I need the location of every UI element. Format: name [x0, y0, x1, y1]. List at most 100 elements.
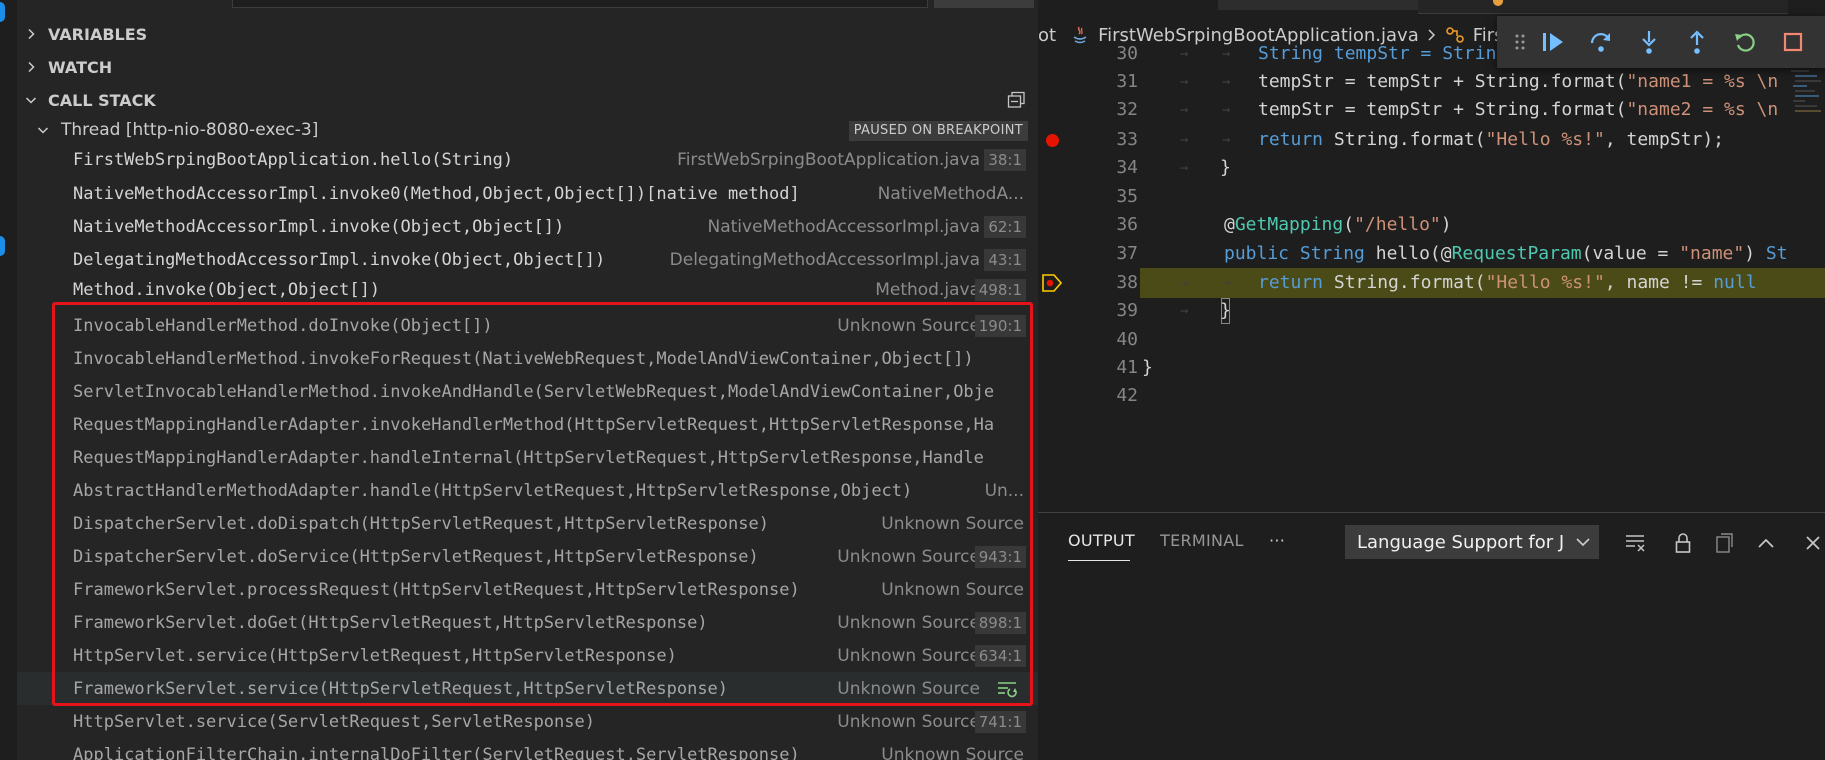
output-panel: OUTPUT TERMINAL ··· Language Support for… — [1038, 512, 1825, 760]
stack-frame[interactable]: FrameworkServlet.processRequest(HttpServ… — [17, 573, 1038, 606]
maximize-panel-button[interactable] — [1753, 531, 1779, 555]
frame-source: Unknown Source — [829, 678, 980, 699]
debug-sidebar: VARIABLES WATCH CALL STACK Thread [http-… — [0, 0, 1038, 760]
clear-output-button[interactable] — [1623, 531, 1649, 555]
stack-frame[interactable]: RequestMappingHandlerAdapter.handleInter… — [17, 441, 1038, 474]
stack-frame[interactable]: HttpServlet.service(HttpServletRequest,H… — [17, 639, 1038, 672]
line-number: 36 — [1116, 214, 1138, 235]
code-line[interactable]: 31 → → tempStr = tempStr + String.format… — [1038, 68, 1825, 96]
step-over-button[interactable] — [1577, 22, 1625, 62]
activity-badge — [0, 236, 5, 256]
restart-icon — [1735, 33, 1755, 52]
thread-label: Thread [http-nio-8080-exec-3] — [61, 120, 319, 140]
goto-source-icon[interactable] — [996, 680, 1020, 698]
more-tabs-button[interactable]: ··· — [1269, 531, 1285, 550]
continue-icon — [1543, 33, 1563, 51]
step-into-button[interactable] — [1625, 22, 1673, 62]
section-variables[interactable]: VARIABLES — [17, 18, 1038, 50]
stack-frame[interactable]: AbstractHandlerMethodAdapter.handle(Http… — [17, 474, 1038, 507]
lock-icon — [1675, 533, 1691, 553]
continue-button[interactable] — [1529, 22, 1577, 62]
code-keyword: return — [1258, 272, 1324, 293]
stack-frame[interactable]: FrameworkServlet.doGet(HttpServletReques… — [17, 606, 1038, 639]
frame-function: FrameworkServlet.service(HttpServletRequ… — [73, 678, 729, 699]
stack-frame[interactable]: Method.invoke(Object,Object[]) Method.ja… — [17, 276, 1038, 302]
stack-frame[interactable]: InvocableHandlerMethod.doInvoke(Object[]… — [17, 309, 1038, 342]
stack-frame[interactable]: ServletInvocableHandlerMethod.invokeAndH… — [17, 375, 1038, 408]
drag-grip-icon[interactable] — [1511, 32, 1529, 52]
scrollbar-thumb[interactable] — [934, 0, 1034, 8]
section-call-stack[interactable]: CALL STACK — [17, 84, 1038, 116]
lock-scroll-button[interactable] — [1670, 531, 1696, 555]
frame-function: DelegatingMethodAccessorImpl.invoke(Obje… — [73, 249, 606, 270]
whitespace-arrow: → — [1180, 102, 1189, 118]
frame-function: ApplicationFilterChain.internalDoFilter(… — [73, 744, 800, 760]
code-keyword: return — [1258, 129, 1324, 150]
step-out-button[interactable] — [1673, 22, 1721, 62]
chevron-down-icon — [1576, 538, 1590, 547]
expression-input[interactable] — [232, 0, 928, 8]
code-line[interactable]: 32 → → tempStr = tempStr + String.format… — [1038, 96, 1825, 124]
stack-frame[interactable]: DispatcherServlet.doDispatch(HttpServlet… — [17, 507, 1038, 540]
code-editor[interactable]: ot FirstWebSrpingBootApplication.java Fi… — [1038, 0, 1825, 512]
tab-output[interactable]: OUTPUT — [1068, 531, 1135, 550]
code-line[interactable]: 36 @GetMapping("/hello") — [1038, 211, 1825, 239]
stop-button[interactable] — [1769, 22, 1817, 62]
frame-function: HttpServlet.service(HttpServletRequest,H… — [73, 645, 677, 666]
stack-frame[interactable]: RequestMappingHandlerAdapter.invokeHandl… — [17, 408, 1038, 441]
collapse-all-icon[interactable] — [1007, 91, 1026, 109]
code-text: ( — [1343, 214, 1355, 235]
frame-source: Unknown Source — [873, 513, 1024, 534]
code-string: "Hello %s!" — [1485, 272, 1605, 293]
frame-function: Method.invoke(Object,Object[]) — [73, 280, 381, 300]
line-number: 38 — [1116, 272, 1138, 293]
stack-frame[interactable]: DispatcherServlet.doService(HttpServletR… — [17, 540, 1038, 573]
section-label: CALL STACK — [48, 90, 156, 110]
stack-frame[interactable]: FirstWebSrpingBootApplication.hello(Stri… — [17, 143, 1038, 176]
frame-function: ServletInvocableHandlerMethod.invokeAndH… — [73, 381, 995, 402]
code-line[interactable]: 40 — [1038, 326, 1825, 354]
stack-frame[interactable]: NativeMethodAccessorImpl.invoke(Object,O… — [17, 210, 1038, 243]
whitespace-arrow: → — [1180, 303, 1189, 319]
code-text: tempStr = tempStr + String.format( — [1258, 71, 1627, 92]
code-line[interactable]: 42 — [1038, 382, 1825, 410]
code-line[interactable]: 38 → → return String.format("Hello %s!",… — [1038, 269, 1825, 297]
whitespace-arrow: → — [1180, 160, 1189, 176]
close-panel-button[interactable] — [1800, 531, 1825, 555]
frame-line-badge: 943:1 — [974, 545, 1026, 568]
code-line[interactable]: 37 public String hello(@RequestParam(val… — [1038, 240, 1825, 268]
code-line[interactable]: 34 → } — [1038, 154, 1825, 182]
stack-frame[interactable]: HttpServlet.service(ServletRequest,Servl… — [17, 705, 1038, 738]
stack-frame[interactable]: ApplicationFilterChain.internalDoFilter(… — [17, 738, 1038, 760]
frame-function: HttpServlet.service(ServletRequest,Servl… — [73, 711, 595, 732]
editor-tab[interactable] — [1418, 0, 1788, 14]
frame-source: Unknown Source — [873, 744, 1024, 760]
code-line[interactable]: 39 → } — [1038, 297, 1825, 325]
frame-function: DispatcherServlet.doService(HttpServletR… — [73, 546, 759, 567]
code-annotation: RequestParam — [1451, 243, 1582, 264]
thread-item[interactable]: Thread [http-nio-8080-exec-3] PAUSED ON … — [17, 114, 1038, 146]
frame-line-badge: 741:1 — [974, 710, 1026, 733]
whitespace-arrow: → — [1180, 46, 1189, 62]
code-text: } — [1220, 297, 1231, 325]
code-keyword: null — [1713, 272, 1757, 293]
code-text: , name != — [1604, 272, 1714, 293]
stack-frame[interactable]: NativeMethodAccessorImpl.invoke0(Method,… — [17, 177, 1038, 210]
code-line[interactable]: 33 → → return String.format("Hello %s!",… — [1038, 126, 1825, 154]
paused-badge: PAUSED ON BREAKPOINT — [848, 121, 1028, 141]
whitespace-arrow: → — [1222, 46, 1231, 62]
code-text: String tempStr = String — [1258, 43, 1508, 64]
code-line[interactable]: 35 — [1038, 183, 1825, 211]
stack-frame[interactable]: InvocableHandlerMethod.invokeForRequest(… — [17, 342, 1038, 375]
code-line[interactable]: 41 } — [1038, 354, 1825, 382]
line-number: 40 — [1116, 329, 1138, 350]
tab-terminal[interactable]: TERMINAL — [1160, 531, 1244, 550]
frame-line-badge: 898:1 — [974, 611, 1026, 634]
output-channel-select[interactable]: Language Support for J — [1345, 525, 1599, 559]
stack-frame[interactable]: FrameworkServlet.service(HttpServletRequ… — [17, 672, 1038, 705]
restart-button[interactable] — [1721, 22, 1769, 62]
stack-frame[interactable]: DelegatingMethodAccessorImpl.invoke(Obje… — [17, 243, 1038, 276]
whitespace-arrow: → — [1222, 102, 1231, 118]
open-log-button[interactable] — [1711, 531, 1737, 555]
section-watch[interactable]: WATCH — [17, 51, 1038, 83]
